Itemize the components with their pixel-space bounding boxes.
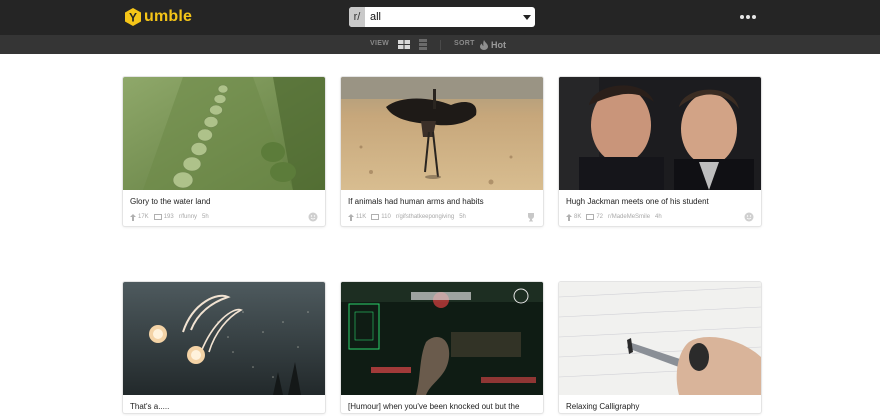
post-title[interactable]: Relaxing Calligraphy: [559, 395, 761, 413]
subreddit-link[interactable]: r/gifsthatkeepongiving: [396, 214, 454, 220]
upvote-count: 11K: [348, 213, 366, 221]
comment-count: 193: [153, 214, 174, 220]
upvote-count: 8K: [566, 213, 581, 221]
top-bar: Y umble r/ all: [0, 0, 880, 35]
comment-icon: [586, 214, 595, 220]
sort-label: SORT: [454, 40, 475, 47]
subreddit-prefix: r/: [349, 7, 365, 27]
subreddit-select[interactable]: r/ all: [349, 7, 535, 27]
post-meta: 11K 110 r/gifsthatkeepongiving 5h: [341, 208, 543, 226]
logo-hexagon-icon: Y: [125, 8, 141, 26]
upvote-count: 17K: [130, 213, 149, 221]
post-title[interactable]: If animals had human arms and habits: [341, 190, 543, 208]
post-age: 4h: [655, 214, 662, 220]
subreddit-link[interactable]: r/funny: [179, 214, 197, 220]
post-card[interactable]: That's a.....: [123, 282, 325, 413]
post-age: 5h: [459, 214, 466, 220]
comment-count: 110: [371, 214, 391, 220]
post-thumbnail[interactable]: [341, 77, 543, 190]
post-title[interactable]: [Humour] when you've been knocked out bu…: [341, 395, 543, 413]
subreddit-input[interactable]: all: [365, 7, 519, 27]
logo-text: umble: [144, 8, 193, 25]
sort-hot-button[interactable]: Hot: [480, 38, 506, 51]
post-thumbnail[interactable]: [123, 77, 325, 190]
post-card[interactable]: If animals had human arms and habits 11K…: [341, 77, 543, 226]
post-title[interactable]: Glory to the water land: [123, 190, 325, 208]
grid-view-icon[interactable]: [398, 40, 410, 49]
svg-text:Y: Y: [129, 11, 137, 25]
more-menu-icon[interactable]: [740, 13, 757, 21]
list-view-icon[interactable]: [419, 39, 427, 50]
post-title[interactable]: Hugh Jackman meets one of his student: [559, 190, 761, 208]
view-label: VIEW: [370, 40, 390, 47]
post-card[interactable]: Hugh Jackman meets one of his student 8K…: [559, 77, 761, 226]
upvote-arrow-icon: [566, 213, 572, 221]
sort-value: Hot: [491, 39, 506, 50]
upvote-arrow-icon: [130, 213, 136, 221]
post-thumbnail[interactable]: [559, 282, 761, 395]
logo[interactable]: Y umble: [123, 6, 192, 28]
caret-down-icon[interactable]: [519, 7, 535, 27]
post-title[interactable]: That's a.....: [123, 395, 325, 413]
post-thumbnail[interactable]: [341, 282, 543, 395]
trophy-badge-icon: [528, 213, 534, 222]
post-card[interactable]: Relaxing Calligraphy: [559, 282, 761, 413]
post-thumbnail[interactable]: [559, 77, 761, 190]
post-age: 5h: [202, 214, 209, 220]
smile-badge-icon: [308, 212, 318, 222]
post-card[interactable]: Glory to the water land 17K 193 r/funny …: [123, 77, 325, 226]
comment-icon: [371, 214, 380, 220]
flame-icon: [480, 39, 488, 50]
post-thumbnail[interactable]: [123, 282, 325, 395]
comment-icon: [153, 214, 162, 220]
upvote-arrow-icon: [348, 213, 354, 221]
post-meta: 8K 72 r/MadeMeSmile 4h: [559, 208, 761, 226]
divider: [440, 40, 441, 50]
post-card[interactable]: [Humour] when you've been knocked out bu…: [341, 282, 543, 413]
subreddit-link[interactable]: r/MadeMeSmile: [608, 214, 650, 220]
smile-badge-icon: [744, 212, 754, 222]
post-meta: 17K 193 r/funny 5h: [123, 208, 325, 226]
comment-count: 72: [586, 214, 603, 220]
view-sort-bar: VIEW SORT Hot: [0, 35, 880, 54]
